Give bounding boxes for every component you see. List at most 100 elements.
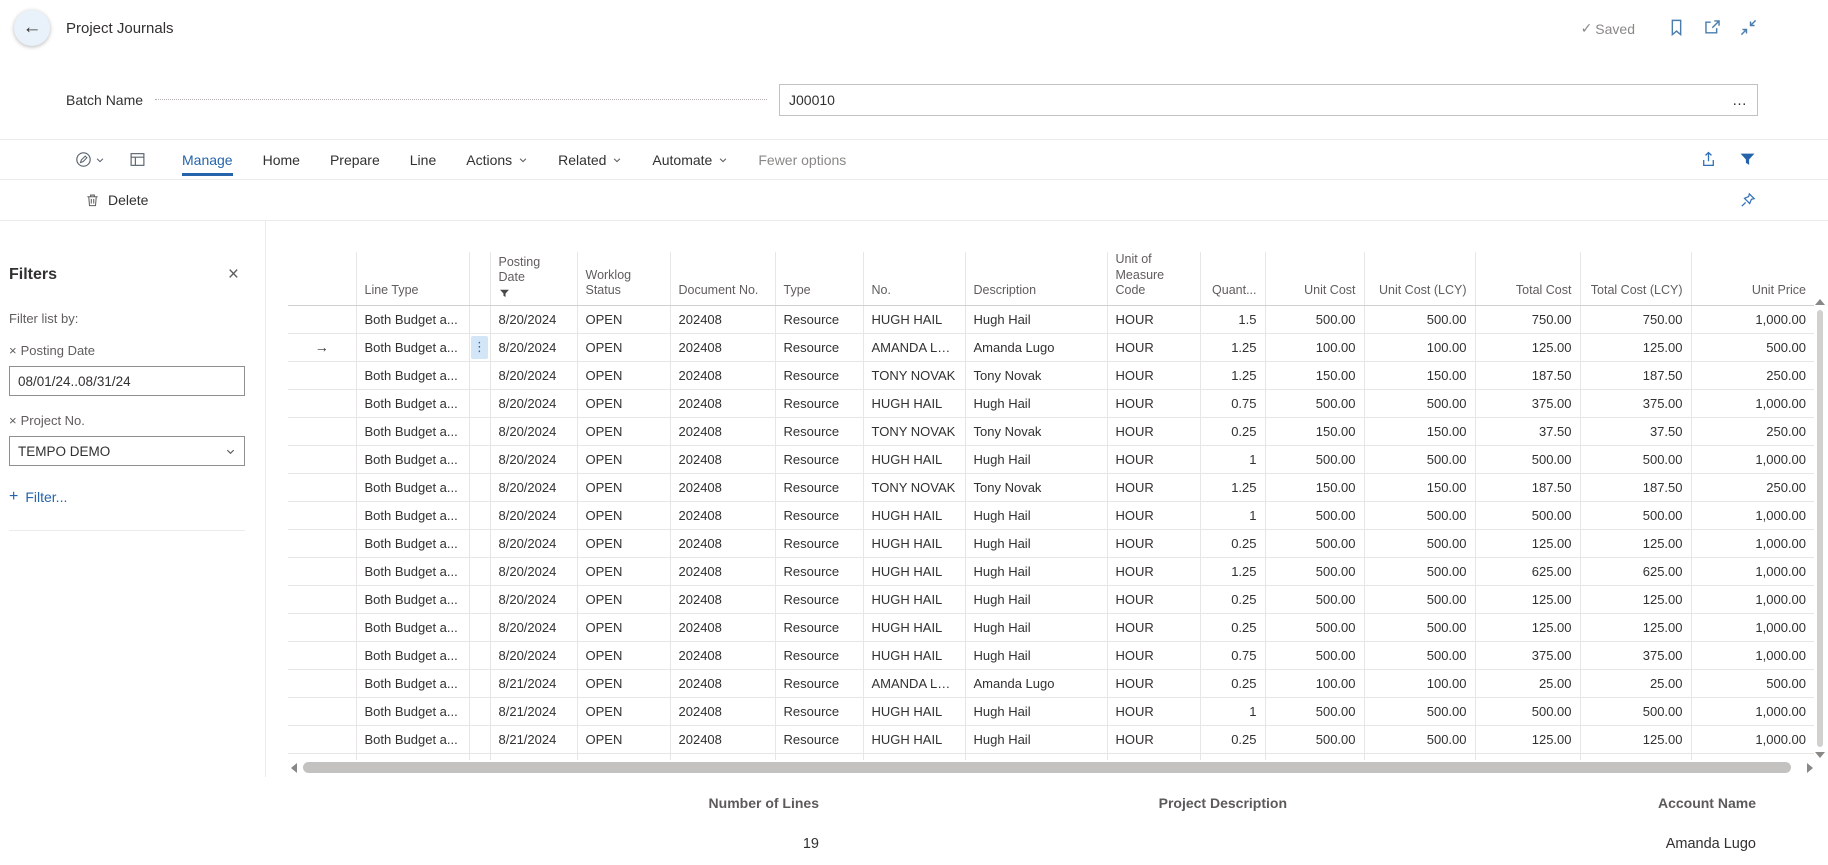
cell-unit-price[interactable]: 1,000.00 — [1691, 585, 1814, 613]
cell-document-no[interactable]: 202408 — [670, 445, 775, 473]
cell-unit-price[interactable]: 1,000.00 — [1691, 613, 1814, 641]
pin-icon[interactable] — [1740, 192, 1756, 208]
col-header-document-no[interactable]: Document No. — [670, 252, 775, 305]
row-menu-cell[interactable]: ⋮ — [469, 389, 490, 417]
cell-posting-date[interactable]: 8/20/2024 — [490, 361, 577, 389]
col-header-type[interactable]: Type — [775, 252, 863, 305]
cell-unit-cost[interactable]: 150.00 — [1265, 361, 1364, 389]
cell-description[interactable]: Hugh Hail — [965, 501, 1107, 529]
cell-description[interactable]: Hugh Hail — [965, 305, 1107, 333]
cell-type[interactable]: Resource — [775, 501, 863, 529]
cell-unit-price[interactable]: 250.00 — [1691, 473, 1814, 501]
cell-quantity[interactable]: 1 — [1200, 697, 1265, 725]
cell-line-type[interactable]: Both Budget a... — [356, 417, 469, 445]
cell-type[interactable]: Resource — [775, 529, 863, 557]
cell-unit-cost-lcy[interactable]: 500.00 — [1364, 305, 1475, 333]
cell-unit-cost[interactable]: 150.00 — [1265, 417, 1364, 445]
cell-posting-date[interactable]: 8/20/2024 — [490, 305, 577, 333]
cell-type[interactable]: Resource — [775, 725, 863, 753]
cell-unit-price[interactable]: 1,000.00 — [1691, 305, 1814, 333]
close-filter-pane-icon[interactable]: × — [228, 265, 239, 284]
cell-unit-cost-lcy[interactable]: 500.00 — [1364, 445, 1475, 473]
row-menu-cell[interactable]: ⋮ — [469, 529, 490, 557]
cell-quantity[interactable]: 1.25 — [1200, 557, 1265, 585]
cell-type[interactable]: Resource — [775, 641, 863, 669]
cell-unit-cost[interactable]: 150.00 — [1265, 473, 1364, 501]
cell-unit-cost-lcy[interactable]: 500.00 — [1364, 557, 1475, 585]
row-indicator-cell[interactable]: → — [288, 417, 356, 445]
tab-actions[interactable]: Actions — [466, 152, 528, 168]
cell-quantity[interactable]: 0.25 — [1200, 725, 1265, 753]
bookmark-icon[interactable] — [1667, 18, 1686, 37]
cell-type[interactable]: Resource — [775, 613, 863, 641]
back-button[interactable]: ← — [14, 10, 50, 46]
cell-quantity[interactable]: 0.75 — [1200, 389, 1265, 417]
cell-unit-cost[interactable]: 500.00 — [1265, 753, 1364, 760]
cell-quantity[interactable]: 1.5 — [1200, 305, 1265, 333]
cell-no[interactable]: TONY NOVAK — [863, 417, 965, 445]
row-menu-cell[interactable]: ⋮ — [469, 585, 490, 613]
row-indicator-cell[interactable]: → — [288, 389, 356, 417]
layout-options-icon[interactable] — [129, 151, 146, 168]
col-header-unit-of-measure[interactable]: Unit of Measure Code — [1107, 252, 1200, 305]
cell-unit-cost-lcy[interactable]: 500.00 — [1364, 725, 1475, 753]
cell-unit-cost[interactable]: 500.00 — [1265, 557, 1364, 585]
cell-line-type[interactable]: Both Budget a... — [356, 753, 469, 760]
cell-posting-date[interactable]: 8/20/2024 — [490, 529, 577, 557]
cell-type[interactable]: Resource — [775, 697, 863, 725]
row-indicator-cell[interactable]: → — [288, 361, 356, 389]
col-header-unit-cost[interactable]: Unit Cost — [1265, 252, 1364, 305]
cell-total-cost-lcy[interactable]: 187.50 — [1580, 361, 1691, 389]
cell-unit-of-measure[interactable]: HOUR — [1107, 501, 1200, 529]
cell-posting-date[interactable]: 8/21/2024 — [490, 669, 577, 697]
col-header-worklog-status[interactable]: Worklog Status — [577, 252, 670, 305]
cell-posting-date[interactable]: 8/20/2024 — [490, 613, 577, 641]
cell-document-no[interactable]: 202408 — [670, 725, 775, 753]
cell-no[interactable]: HUGH HAIL — [863, 305, 965, 333]
row-menu-cell[interactable]: ⋮ — [469, 361, 490, 389]
cell-unit-cost-lcy[interactable]: 500.00 — [1364, 585, 1475, 613]
tab-prepare[interactable]: Prepare — [330, 152, 380, 168]
col-header-unit-cost-lcy[interactable]: Unit Cost (LCY) — [1364, 252, 1475, 305]
cell-description[interactable]: Hugh Hail — [965, 613, 1107, 641]
row-indicator-cell[interactable]: → — [288, 585, 356, 613]
cell-unit-cost[interactable]: 500.00 — [1265, 389, 1364, 417]
cell-document-no[interactable]: 202408 — [670, 417, 775, 445]
col-header-unit-price[interactable]: Unit Price — [1691, 252, 1814, 305]
table-row[interactable]: → Both Budget a... ⋮ 8/20/2024 OPEN 2024… — [288, 585, 1814, 613]
cell-total-cost[interactable]: 187.50 — [1475, 361, 1580, 389]
cell-type[interactable]: Resource — [775, 557, 863, 585]
table-row[interactable]: → Both Budget a... ⋮ 8/20/2024 OPEN 2024… — [288, 305, 1814, 333]
cell-quantity[interactable]: 1 — [1200, 501, 1265, 529]
row-indicator-cell[interactable]: → — [288, 501, 356, 529]
cell-document-no[interactable]: 202408 — [670, 641, 775, 669]
tab-home[interactable]: Home — [263, 152, 300, 168]
cell-no[interactable]: HUGH HAIL — [863, 697, 965, 725]
cell-no[interactable]: HUGH HAIL — [863, 613, 965, 641]
cell-total-cost[interactable]: 500.00 — [1475, 445, 1580, 473]
cell-line-type[interactable]: Both Budget a... — [356, 473, 469, 501]
scroll-down-arrow-icon[interactable] — [1815, 752, 1825, 758]
cell-quantity[interactable]: 0.25 — [1200, 613, 1265, 641]
cell-total-cost[interactable]: 500.00 — [1475, 697, 1580, 725]
cell-no[interactable]: HUGH HAIL — [863, 529, 965, 557]
row-indicator-cell[interactable]: → — [288, 557, 356, 585]
cell-unit-of-measure[interactable]: HOUR — [1107, 389, 1200, 417]
open-in-new-window-icon[interactable] — [1703, 18, 1722, 37]
cell-description[interactable]: Hugh Hail — [965, 557, 1107, 585]
cell-document-no[interactable]: 202408 — [670, 529, 775, 557]
cell-description[interactable]: Hugh Hail — [965, 585, 1107, 613]
cell-no[interactable]: AMANDA LU... — [863, 669, 965, 697]
cell-unit-price[interactable]: 1,000.00 — [1691, 697, 1814, 725]
row-menu-cell[interactable]: ⋮ — [469, 557, 490, 585]
col-header-quantity[interactable]: Quant... — [1200, 252, 1265, 305]
table-row[interactable]: → Both Budget a... ⋮ 8/21/2024 OPEN 2024… — [288, 725, 1814, 753]
cell-unit-price[interactable]: 250.00 — [1691, 361, 1814, 389]
cell-description[interactable]: Tony Novak — [965, 473, 1107, 501]
row-menu-cell[interactable]: ⋮ — [469, 613, 490, 641]
cell-unit-cost-lcy[interactable]: 150.00 — [1364, 417, 1475, 445]
delete-button[interactable]: Delete — [85, 192, 148, 208]
cell-unit-cost-lcy[interactable]: 100.00 — [1364, 669, 1475, 697]
cell-total-cost[interactable]: 625.00 — [1475, 557, 1580, 585]
row-menu-cell[interactable]: ⋮ — [469, 753, 490, 760]
